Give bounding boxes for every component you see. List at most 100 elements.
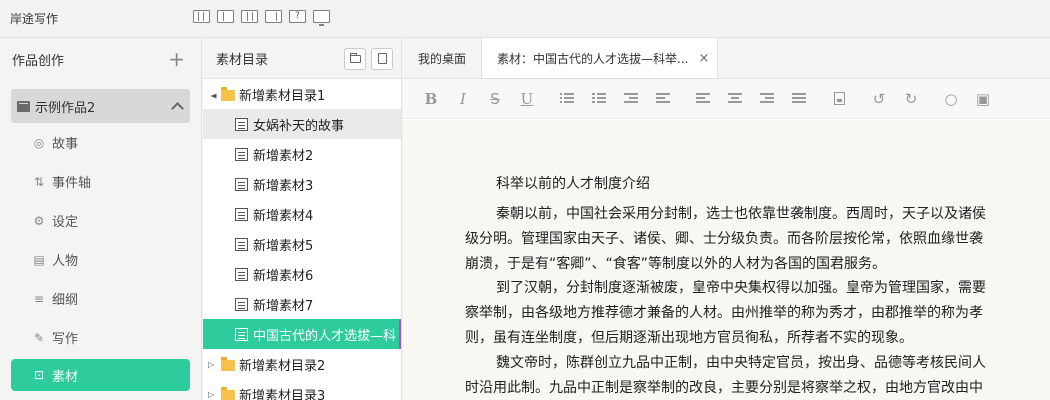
document-content[interactable]: 科举以前的人才制度介绍 秦朝以前，中国社会采用分封制，选士也依靠世袭制度。西周时… xyxy=(403,120,1050,400)
sidebar-item-1[interactable]: ⇅ 事件轴 xyxy=(0,162,201,201)
justify-icon xyxy=(792,93,806,104)
tree-folder[interactable]: ▲ 新增素材目录1 xyxy=(203,79,401,109)
list-icon: ≡ xyxy=(33,291,45,306)
document-icon xyxy=(235,207,248,221)
bold-button[interactable]: B xyxy=(415,87,447,111)
book-icon xyxy=(17,100,30,112)
redo-button[interactable]: ↻ xyxy=(895,87,927,111)
tab-material-document[interactable]: 素材：中国古代的人才选拔—科举... × xyxy=(481,38,719,78)
align-center-button[interactable] xyxy=(719,87,751,111)
works-sidebar: 作品创作 + 示例作品2 ◎ 故事 ⇅ 事件轴 ⚙ 设定 ▤ 人物 ≡ 细纲 ✎ 写作 ⊡ 素材 xyxy=(0,39,202,400)
tree-folder[interactable]: ▷ 新增素材目录2 xyxy=(203,349,401,379)
paragraph-line: 级分明。管理国家由天子、诸侯、卿、士分级负责。而各阶层按伦常，依照血缘世袭 xyxy=(465,230,983,247)
new-file-button[interactable] xyxy=(371,47,393,70)
selection-edge xyxy=(399,319,401,349)
tab-my-desktop[interactable]: 我的桌面 xyxy=(403,38,481,78)
tree-file[interactable]: 新增素材6 xyxy=(203,259,401,289)
sidebar-item-label: 素材 xyxy=(52,369,79,385)
layout-two-column-icon[interactable] xyxy=(241,10,258,23)
tree-item-label: 女娲补天的故事 xyxy=(253,118,345,134)
folder-icon xyxy=(221,356,235,371)
tree-file[interactable]: 新增素材5 xyxy=(203,229,401,259)
tree-file[interactable]: 新增素材2 xyxy=(203,139,401,169)
project-selector[interactable]: 示例作品2 xyxy=(11,89,190,123)
bullet-list-icon xyxy=(560,93,574,104)
tree-file[interactable]: 中国古代的人才选拔—科 xyxy=(203,319,401,349)
layout-right-panel-icon[interactable] xyxy=(265,10,282,23)
insert-image-button[interactable] xyxy=(823,87,855,111)
document-icon xyxy=(235,327,248,341)
chevron-up-icon[interactable] xyxy=(171,102,184,115)
document-icon xyxy=(235,267,248,281)
undo-button[interactable]: ↺ xyxy=(863,87,895,111)
sidebar-item-3[interactable]: ▤ 人物 xyxy=(0,240,201,279)
nav-list: ◎ 故事 ⇅ 事件轴 ⚙ 设定 ▤ 人物 ≡ 细纲 ✎ 写作 ⊡ 素材 xyxy=(0,123,201,391)
document-icon xyxy=(235,237,248,251)
life-ring-icon: ◎ xyxy=(33,135,45,150)
pencil-icon: ✎ xyxy=(33,330,45,345)
paragraph-line: 秦朝以前，中国社会采用分封制，选士也依靠世袭制度。西周时，天子以及诸侯 xyxy=(496,206,986,222)
monitor-icon[interactable] xyxy=(313,10,330,26)
add-work-button[interactable]: + xyxy=(168,49,185,69)
caret-down-icon[interactable]: ▲ xyxy=(209,90,218,98)
caret-right-icon[interactable]: ▷ xyxy=(208,360,218,369)
sidebar-item-label: 设定 xyxy=(52,215,79,230)
paragraph-line: 崩溃，于是有“客卿”、“食客”等制度以外的人材为各国的国君服务。 xyxy=(465,255,887,272)
tree-item-label: 新增素材4 xyxy=(253,208,314,224)
numbered-list-button[interactable] xyxy=(583,87,615,111)
gears-icon: ⚙ xyxy=(33,213,45,228)
italic-button[interactable]: I xyxy=(447,87,479,111)
help-icon[interactable]: ? xyxy=(289,10,306,23)
close-icon[interactable]: × xyxy=(698,51,709,66)
sidebar-item-label: 事件轴 xyxy=(52,176,92,191)
tree-file[interactable]: 新增素材7 xyxy=(203,289,401,319)
format-toolbar: B I S U ↺ ↻ ○ ▣ xyxy=(403,79,1050,119)
align-left-button[interactable] xyxy=(687,87,719,111)
image-icon xyxy=(833,92,845,105)
tree-file[interactable]: 女娲补天的故事 xyxy=(203,109,401,139)
sidebar-item-label: 故事 xyxy=(52,137,79,152)
document-icon xyxy=(235,117,248,131)
save-button[interactable]: ▣ xyxy=(967,87,999,111)
strikethrough-button[interactable]: S xyxy=(479,87,511,111)
folder-icon xyxy=(221,386,235,400)
caret-right-icon[interactable]: ▷ xyxy=(208,390,218,399)
layout-left-panel-icon[interactable] xyxy=(217,10,234,23)
indent-button[interactable] xyxy=(647,87,679,111)
tree-folder[interactable]: ▷ 新增素材目录3 xyxy=(203,379,401,400)
sidebar-title: 作品创作 xyxy=(12,53,65,69)
folder-icon xyxy=(221,86,235,101)
circle-button[interactable]: ○ xyxy=(935,87,967,111)
outdent-icon xyxy=(624,93,638,104)
tree-list: ▲ 新增素材目录1 女娲补天的故事 新增素材2 新增素材3 新增素材4 新增素材5 新增素材6… xyxy=(203,79,401,400)
tab-label: 素材：中国古代的人才选拔—科举... xyxy=(497,51,689,66)
app-title: 岸途写作 xyxy=(10,12,59,26)
sort-icon: ⇅ xyxy=(33,174,45,189)
tree-item-label: 新增素材5 xyxy=(253,238,314,254)
layout-three-column-icon[interactable] xyxy=(193,10,210,23)
tree-item-label: 新增素材2 xyxy=(253,148,314,164)
align-center-icon xyxy=(728,93,742,104)
tree-file[interactable]: 新增素材3 xyxy=(203,169,401,199)
document-icon xyxy=(235,177,248,191)
tree-item-label: 新增素材目录1 xyxy=(239,88,326,104)
sidebar-item-4[interactable]: ≡ 细纲 xyxy=(0,279,201,318)
align-right-button[interactable] xyxy=(751,87,783,111)
paragraph: 秦朝以前，中国社会采用分封制，选士也依靠世袭制度。西周时，天子以及诸侯级分明。管… xyxy=(465,202,1050,276)
outdent-button[interactable] xyxy=(615,87,647,111)
sidebar-item-2[interactable]: ⚙ 设定 xyxy=(0,201,201,240)
underline-button[interactable]: U xyxy=(511,87,543,111)
paragraph-line: 魏文帝时，陈群创立九品中正制，由中央特定官员，按出身、品德等考核民间人 xyxy=(496,354,986,371)
justify-button[interactable] xyxy=(783,87,815,111)
sidebar-item-label: 人物 xyxy=(52,254,79,269)
sidebar-item-6[interactable]: ⊡ 素材 xyxy=(11,359,190,391)
tab-bar: 我的桌面 素材：中国古代的人才选拔—科举... × xyxy=(403,38,1050,79)
tree-item-label: 新增素材目录3 xyxy=(239,388,326,400)
sidebar-item-5[interactable]: ✎ 写作 xyxy=(0,318,201,357)
new-folder-button[interactable] xyxy=(344,47,366,70)
sidebar-item-label: 细纲 xyxy=(52,293,79,308)
folder-icon xyxy=(349,52,361,63)
tree-file[interactable]: 新增素材4 xyxy=(203,199,401,229)
sidebar-item-0[interactable]: ◎ 故事 xyxy=(0,123,201,162)
bullet-list-button[interactable] xyxy=(551,87,583,111)
